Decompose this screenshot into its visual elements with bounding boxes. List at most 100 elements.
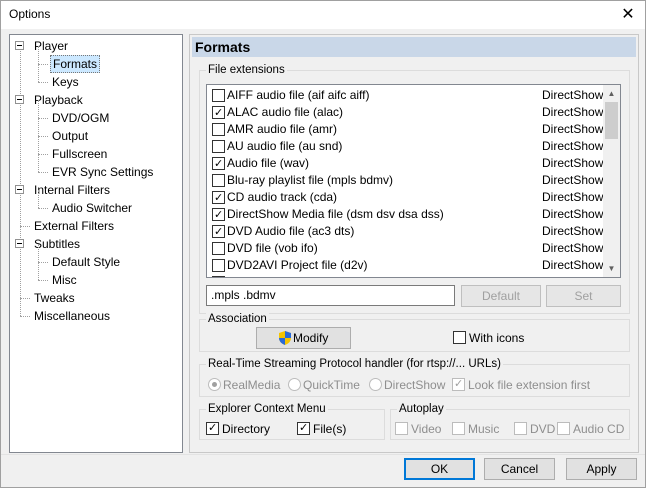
extension-row[interactable]: Audio file (wav) DirectShow [207,155,604,173]
collapse-icon[interactable] [15,239,24,248]
extension-name: ALAC audio file (alac) [227,105,344,119]
set-button[interactable]: Set [546,285,621,307]
tree-item-formats[interactable]: Formats [50,55,101,73]
extension-checkbox[interactable] [212,190,225,207]
cancel-button[interactable]: Cancel [484,458,555,480]
directory-checkbox[interactable] [206,421,219,435]
autoplay-music-checkbox[interactable] [452,422,465,435]
realmedia-label: RealMedia [223,378,281,392]
tree-item-miscellaneous[interactable]: Miscellaneous [32,307,112,325]
tree-item-internal-filters[interactable]: Internal Filters [32,181,112,199]
autoplay-dvd-checkbox[interactable] [514,422,527,435]
collapse-icon[interactable] [15,95,24,104]
extension-handler: DirectShow [542,156,604,170]
tree-item-misc[interactable]: Misc [50,271,79,289]
scroll-up-icon[interactable]: ▲ [603,85,620,102]
autoplay-dvd-label: DVD [530,422,556,436]
tree-item-output[interactable]: Output [50,127,90,145]
rtsp-label: Real-Time Streaming Protocol handler (fo… [206,358,503,370]
files-label: File(s) [313,422,347,436]
tree-item-tweaks[interactable]: Tweaks [32,289,77,307]
directshow-radio[interactable] [369,378,382,391]
extension-checkbox[interactable] [212,207,225,224]
extension-checkbox[interactable] [212,123,225,136]
extension-handler: DirectShow [542,224,604,238]
extension-checkbox[interactable] [212,259,225,272]
tree-connector [38,190,39,208]
tree-item-subtitles[interactable]: Subtitles [32,235,82,253]
extension-checkbox[interactable] [212,89,225,102]
footer-divider [1,454,645,455]
tree-item-audio-switcher[interactable]: Audio Switcher [50,199,134,217]
tree-item-default-style[interactable]: Default Style [50,253,122,271]
extension-name: Audio file (wav) [227,156,310,170]
tree-item-fullscreen[interactable]: Fullscreen [50,145,109,163]
autoplay-video-checkbox[interactable] [395,422,408,435]
autoplay-audiocd-checkbox[interactable] [557,422,570,435]
tree-connector [20,226,30,227]
extension-checkbox[interactable] [212,156,225,173]
tree-connector [38,244,39,262]
scroll-down-icon[interactable]: ▼ [603,260,620,277]
extension-checkbox[interactable] [212,140,225,153]
extension-row[interactable]: ALAC audio file (alac) DirectShow [207,104,603,122]
extension-row[interactable]: Blu-ray playlist file (mpls bdmv) DirectS… [207,172,603,189]
extension-checkbox[interactable] [212,174,225,187]
file-extensions-list[interactable]: DVD2AVI Project file (d2v) DirectShow DVD … [206,84,621,278]
extension-checkbox[interactable] [212,242,225,255]
extension-name: DVD Audio file (ac3 dts) [227,224,355,238]
extension-row[interactable]: CD audio track (cda) DirectShow [207,189,603,207]
extension-row[interactable]: AMR audio file (amr) DirectShow [207,121,603,138]
apply-button[interactable]: Apply [566,458,637,480]
file-extensions-label: File extensions [206,64,287,76]
files-checkbox[interactable] [297,421,310,435]
autoplay-music-label: Music [468,422,500,436]
realmedia-radio[interactable] [208,378,221,391]
collapse-icon[interactable] [15,41,24,50]
tree-connector [38,82,48,83]
extension-row[interactable]: DVD2AVI Project file (d2v) DirectShow [207,257,603,274]
ok-button[interactable]: OK [404,458,475,480]
look-ext-first-label: Look file extension first [468,378,591,392]
tree-root-connector [20,51,21,316]
tree-connector [38,118,39,136]
tree-connector [38,262,39,280]
extension-row[interactable] [207,274,603,277]
quicktime-radio[interactable] [288,378,301,391]
options-tree[interactable]: Player Formats Keys Playback DVD/OGM Output Fu… [9,34,183,453]
extension-name: DVD2AVI Project file (d2v) [227,258,368,272]
title-bar: Options ✕ [1,1,645,29]
scroll-thumb[interactable] [605,102,618,139]
default-button[interactable]: Default [461,285,541,307]
extension-row[interactable]: AU audio file (au snd) DirectShow [207,138,603,155]
extension-row[interactable]: AIFF audio file (aif aifc aiff) DirectSho… [207,87,603,104]
tree-item-playback[interactable]: Playback [32,91,85,109]
tree-item-dvd-ogm[interactable]: DVD/OGM [50,109,111,127]
extensions-input[interactable]: .mpls .bdmv [206,285,455,306]
extension-row[interactable]: DVD file (vob ifo) DirectShow [207,240,603,257]
tree-connector [38,172,48,173]
tree-connector [38,64,48,65]
collapse-icon[interactable] [15,185,24,194]
tree-item-external-filters[interactable]: External Filters [32,217,116,235]
explorer-context-label: Explorer Context Menu [206,403,328,415]
tree-connector [38,46,39,64]
options-window: Options ✕ Player Formats Keys Playback DVD/O… [0,0,646,488]
extension-checkbox[interactable] [212,224,225,241]
tree-connector [38,136,48,137]
tree-connector [20,298,30,299]
look-ext-first-checkbox[interactable] [452,377,465,391]
tree-item-evr-sync-settings[interactable]: EVR Sync Settings [50,163,155,181]
modify-button[interactable]: Modify [256,327,351,349]
with-icons-checkbox[interactable] [453,331,466,344]
tree-connector [38,154,48,155]
extension-handler: DirectShow [542,122,604,136]
extension-checkbox[interactable] [212,105,225,122]
tree-item-keys[interactable]: Keys [50,73,81,91]
window-title: Options [9,7,51,21]
close-icon[interactable]: ✕ [613,1,643,29]
extension-row[interactable]: DirectShow Media file (dsm dsv dsa dss) D… [207,206,603,224]
list-scrollbar[interactable]: ▲ ▼ [603,85,620,277]
extension-row[interactable]: DVD Audio file (ac3 dts) DirectShow [207,223,604,241]
extension-checkbox[interactable] [212,276,225,277]
